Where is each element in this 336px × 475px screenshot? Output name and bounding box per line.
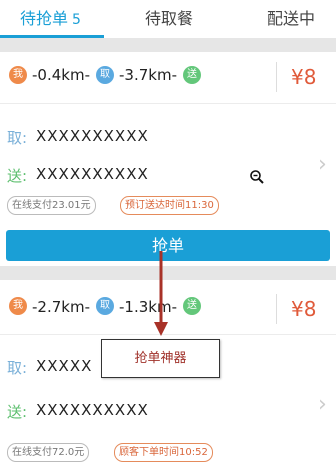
annotation-arrow [154, 251, 168, 336]
annotation-label: 抢单神器 [101, 339, 220, 378]
